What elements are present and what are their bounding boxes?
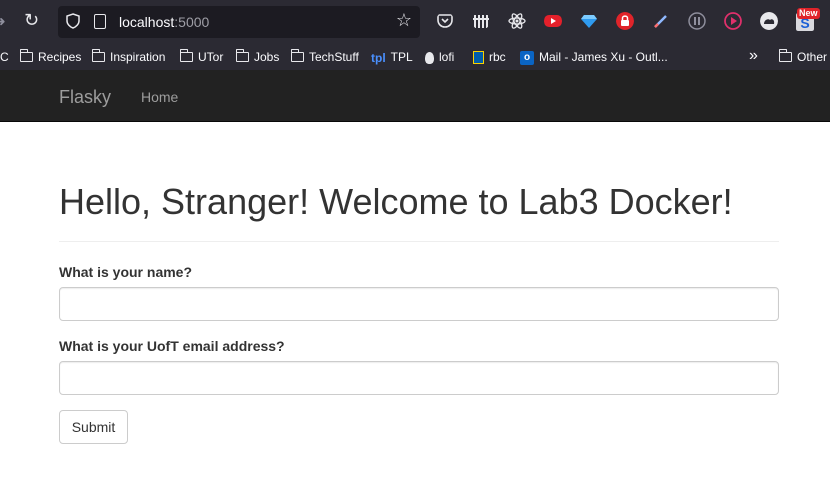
folder-icon	[19, 49, 33, 62]
email-label: What is your UofT email address?	[59, 338, 285, 354]
pocket-icon[interactable]	[436, 12, 454, 30]
bookmark-truncated[interactable]: C	[0, 48, 9, 66]
bookmark-techstuff[interactable]: TechStuff	[290, 48, 359, 66]
folder-icon	[290, 49, 304, 62]
rbc-icon	[473, 51, 484, 65]
folder-icon	[778, 49, 792, 62]
brand-link[interactable]: Flasky	[59, 87, 111, 108]
bookmark-label: TPL	[390, 50, 413, 64]
email-input[interactable]	[59, 361, 779, 395]
reload-icon[interactable]: ↻	[24, 10, 39, 30]
bookmark-label: Inspiration	[110, 50, 166, 64]
bookmark-tpl[interactable]: tpl TPL	[371, 48, 413, 66]
page-title: Hello, Stranger! Welcome to Lab3 Docker!	[59, 181, 733, 222]
bookmark-label: Mail - James Xu - Outl...	[539, 50, 668, 64]
nav-home-link[interactable]: Home	[141, 89, 178, 105]
bookmark-label: lofi	[439, 50, 455, 64]
url-text[interactable]: localhost:5000	[119, 14, 209, 30]
bookmark-star-icon[interactable]: ☆	[396, 10, 412, 31]
bookmark-other[interactable]: Other	[778, 48, 828, 66]
page-icon	[94, 14, 106, 29]
folder-icon	[91, 49, 105, 62]
bookmark-mail[interactable]: o Mail - James Xu - Outl...	[520, 48, 668, 66]
bookmark-rbc[interactable]: rbc	[473, 48, 506, 66]
forward-icon[interactable]: ➜	[0, 11, 6, 31]
bookmark-jobs[interactable]: Jobs	[235, 48, 280, 66]
bookmark-label: TechStuff	[309, 50, 359, 64]
react-devtools-icon[interactable]	[508, 12, 526, 30]
bookmark-utor[interactable]: UTor	[179, 48, 224, 66]
browser-toolbar: ➜ ↻ localhost:5000 ☆ S New	[0, 0, 830, 44]
outlook-icon: o	[520, 50, 534, 65]
name-label: What is your name?	[59, 264, 193, 280]
bookmark-label: C	[0, 50, 9, 64]
bookmark-label: UTor	[198, 50, 224, 64]
diamond-icon[interactable]	[580, 12, 598, 30]
url-port: :5000	[174, 14, 210, 30]
extension-grid-icon[interactable]	[472, 12, 490, 30]
cloud-icon[interactable]	[760, 12, 778, 30]
bookmark-label: Other	[797, 50, 828, 64]
media-play-icon[interactable]	[724, 12, 742, 30]
bookmark-recipes[interactable]: Recipes	[19, 48, 82, 66]
name-input[interactable]	[59, 287, 779, 321]
bookmark-inspiration[interactable]: Inspiration	[91, 48, 166, 66]
tpl-icon: tpl	[371, 50, 386, 65]
folder-icon	[235, 49, 249, 62]
url-host: localhost	[119, 14, 175, 30]
more-bookmarks-chevron-icon[interactable]: »	[749, 47, 758, 65]
bookmark-lofi[interactable]: lofi	[425, 48, 454, 66]
app-navbar: Flasky Home	[0, 70, 830, 122]
eyedropper-icon[interactable]	[652, 12, 670, 30]
lock-extension-icon[interactable]	[616, 12, 634, 30]
bookmark-label: Jobs	[254, 50, 280, 64]
address-bar[interactable]: localhost:5000 ☆	[58, 6, 420, 38]
bookmarks-bar: C Recipes Inspiration UTor Jobs TechStuf…	[0, 44, 830, 70]
youtube-extension-icon[interactable]	[544, 12, 562, 30]
new-badge: New	[797, 8, 820, 19]
lofi-icon	[425, 51, 434, 64]
shield-icon[interactable]	[66, 13, 80, 29]
folder-icon	[179, 49, 193, 62]
submit-button[interactable]: Submit	[59, 410, 128, 444]
pause-icon[interactable]	[688, 12, 706, 30]
bookmark-label: Recipes	[38, 50, 82, 64]
bookmark-label: rbc	[489, 50, 506, 64]
divider	[59, 241, 779, 242]
